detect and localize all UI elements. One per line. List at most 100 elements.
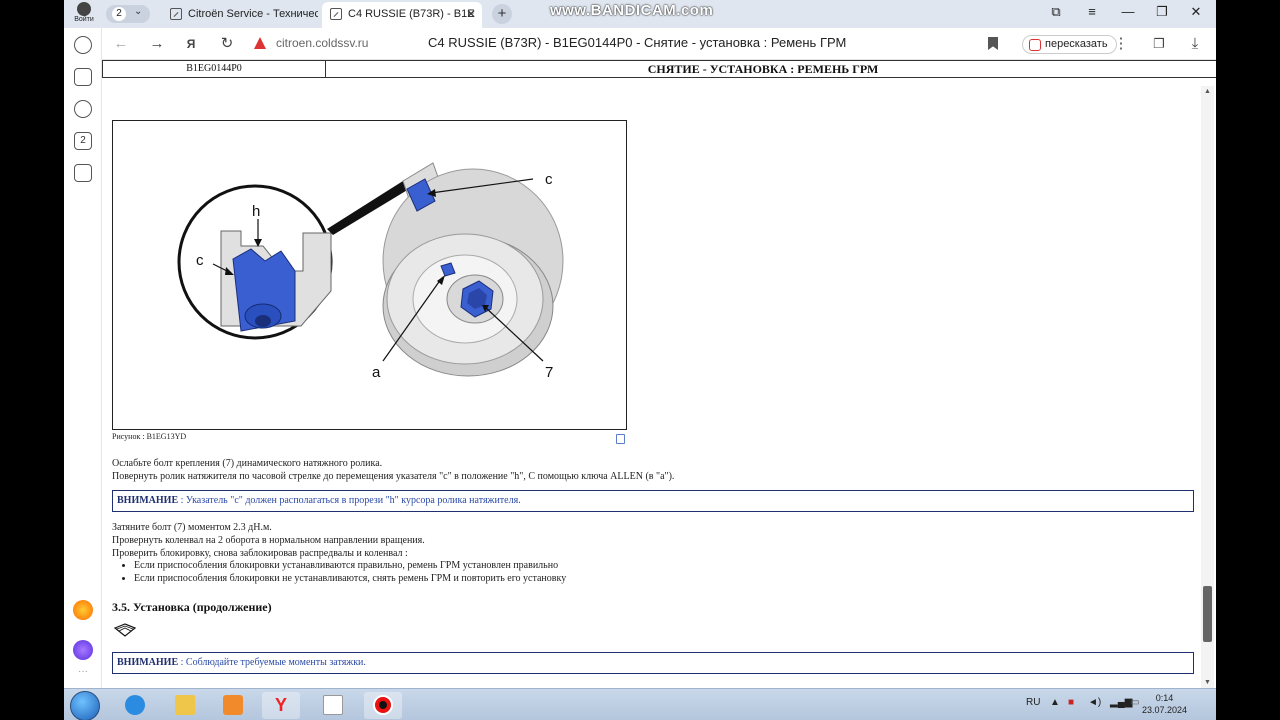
menu-icon[interactable]: ≡ <box>1082 4 1102 19</box>
doc-code: B1EG0144P0 <box>102 61 326 78</box>
address-bar-row: ← → Я ↻ citroen.coldssv.ru C4 RUSSIE (B7… <box>64 28 1216 60</box>
url-page-title[interactable]: C4 RUSSIE (B73R) - B1EG0144P0 - Снятие -… <box>428 35 846 50</box>
site-favicon-icon <box>330 8 342 20</box>
security-icon[interactable]: ■ <box>1068 697 1074 708</box>
taskbar-explorer[interactable] <box>166 692 204 719</box>
site-favicon-icon <box>170 8 182 20</box>
profile-button[interactable]: Войти <box>70 2 98 26</box>
show-hidden-icons[interactable]: ▲ <box>1050 697 1060 708</box>
restore-button[interactable]: ❐ <box>1152 4 1172 20</box>
yandex-icon[interactable]: Я <box>180 33 202 55</box>
letterbox-right <box>1216 0 1280 720</box>
insecure-warning-icon[interactable] <box>254 37 266 49</box>
browser-window: Войти 2 ⌄ Citroën Service - Техничес C4 … <box>64 0 1216 688</box>
label-a: a <box>372 364 381 381</box>
warning-text: : Указатель "c" должен располагаться в п… <box>178 495 521 506</box>
url-host[interactable]: citroen.coldssv.ru <box>276 36 368 50</box>
folder-icon <box>175 695 195 715</box>
page-content: B1EG0144P0 СНЯТИЕ - УСТАНОВКА : РЕМЕНЬ Г… <box>102 60 1216 688</box>
list-item: Если приспособления блокировки не устана… <box>134 572 566 585</box>
tensioner-figure: c h c a 7 <box>112 120 627 430</box>
print-icon[interactable] <box>616 434 625 444</box>
forward-button[interactable]: → <box>146 33 168 55</box>
detail-bolt-hole <box>255 315 271 327</box>
media-player-icon <box>223 695 243 715</box>
minimize-button[interactable]: — <box>1118 4 1138 19</box>
start-button[interactable] <box>70 691 100 720</box>
label-h: h <box>252 203 260 220</box>
figure-caption: Рисунок : B1EG13YD <box>112 432 187 441</box>
screenshot-icon[interactable] <box>74 164 92 182</box>
tab-count: 2 <box>112 7 126 21</box>
ie-icon <box>125 695 145 715</box>
play-icon[interactable] <box>74 100 92 118</box>
scroll-down-icon[interactable]: ▼ <box>1204 679 1211 686</box>
browser-sidebar: 2 + ··· <box>64 28 102 688</box>
document-app-icon <box>323 695 343 715</box>
taskbar-ie[interactable] <box>116 692 154 719</box>
reload-button[interactable]: ↻ <box>216 33 238 55</box>
tab-citroen-service[interactable]: Citroën Service - Техничес <box>162 2 318 28</box>
collections-icon[interactable]: ❐ <box>1148 33 1170 55</box>
warning-label: ВНИМАНИЕ <box>117 657 179 668</box>
close-window-button[interactable]: ✕ <box>1186 4 1206 20</box>
windows-taskbar: Y RU ▲ ■ ◄) ▂▄▆ ▭ 0:14 23.07.2024 <box>64 688 1216 720</box>
more-sidebar-icon[interactable]: ··· <box>78 666 88 677</box>
tab-c4-russie[interactable]: C4 RUSSIE (B73R) - B1E ✕ <box>322 2 482 28</box>
warning-text: : Соблюдайте требуемые моменты затяжки. <box>178 657 366 668</box>
check-list: Если приспособления блокировки устанавли… <box>124 559 566 585</box>
list-item: Если приспособления блокировки устанавли… <box>134 559 566 572</box>
label-c-left: c <box>196 252 204 269</box>
scrollbar-thumb[interactable] <box>1203 586 1212 642</box>
speaker-icon[interactable]: ◄) <box>1088 697 1101 708</box>
instruction-line: Провернуть коленвал на 2 оборота в норма… <box>112 535 425 546</box>
tab-manager-icon[interactable]: ⧉ <box>1046 4 1066 20</box>
new-tab-button[interactable]: + <box>492 4 512 24</box>
label-7: 7 <box>545 364 553 381</box>
label-c-top: c <box>545 171 553 188</box>
scroll-up-icon[interactable]: ▲ <box>1204 88 1211 95</box>
record-icon <box>373 695 393 715</box>
history-icon[interactable] <box>74 36 92 54</box>
collections-sidebar-icon[interactable] <box>74 68 92 86</box>
language-indicator[interactable]: RU <box>1026 697 1040 708</box>
warning-label: ВНИМАНИЕ <box>117 495 179 506</box>
clock-date: 23.07.2024 <box>1142 705 1188 715</box>
close-tab-icon[interactable]: ✕ <box>466 2 476 26</box>
instruction-line: Затяните болт (7) моментом 2.3 дН.м. <box>112 522 272 533</box>
user-icon <box>77 2 91 16</box>
instruction-line: Ослабьте болт крепления (7) динамическог… <box>112 458 383 469</box>
clock[interactable]: 0:14 23.07.2024 <box>1142 692 1187 716</box>
tab-title: Citroën Service - Техничес <box>188 8 318 20</box>
alice-icon[interactable] <box>73 640 93 660</box>
tensioner-diagram: c h c a 7 <box>177 162 564 381</box>
recording-watermark: www.BANDICAM.com <box>550 2 714 19</box>
retell-button[interactable]: пересказать <box>1022 35 1117 54</box>
instruction-line: Повернуть ролик натяжителя по часовой ст… <box>112 471 675 482</box>
retell-label: пересказать <box>1045 38 1108 50</box>
app-orange-icon[interactable] <box>73 600 93 620</box>
tab-strip: Войти 2 ⌄ Citroën Service - Техничес C4 … <box>64 0 1216 28</box>
profile-label: Войти <box>74 16 94 23</box>
page-scrollbar[interactable]: ▲ ▼ <box>1201 86 1214 688</box>
book-icon <box>114 623 136 637</box>
yandex-browser-icon: Y <box>274 695 287 715</box>
clock-time: 0:14 <box>1155 693 1174 703</box>
download-icon[interactable]: ⤓ <box>1184 33 1206 55</box>
section-heading: 3.5. Установка (продолжение) <box>112 600 272 614</box>
document-header: B1EG0144P0 СНЯТИЕ - УСТАНОВКА : РЕМЕНЬ Г… <box>102 60 1216 78</box>
warning-note: ВНИМАНИЕ : Соблюдайте требуемые моменты … <box>112 652 1194 674</box>
taskbar-app[interactable] <box>314 692 352 719</box>
bookmark-icon[interactable] <box>988 37 998 50</box>
more-options-icon[interactable]: ⋮ <box>1110 33 1132 55</box>
tab-title: C4 RUSSIE (B73R) - B1E <box>348 8 475 20</box>
tab-count-button[interactable]: 2 ⌄ <box>106 5 150 23</box>
letterbox-left <box>0 0 64 720</box>
battery-icon[interactable]: ▭ <box>1130 697 1139 708</box>
tabs-counter-icon[interactable]: 2 <box>74 132 92 150</box>
taskbar-media[interactable] <box>214 692 252 719</box>
retell-icon <box>1029 39 1041 51</box>
taskbar-bandicam[interactable] <box>364 692 402 719</box>
back-button[interactable]: ← <box>110 33 132 55</box>
taskbar-yandex[interactable]: Y <box>262 692 300 719</box>
